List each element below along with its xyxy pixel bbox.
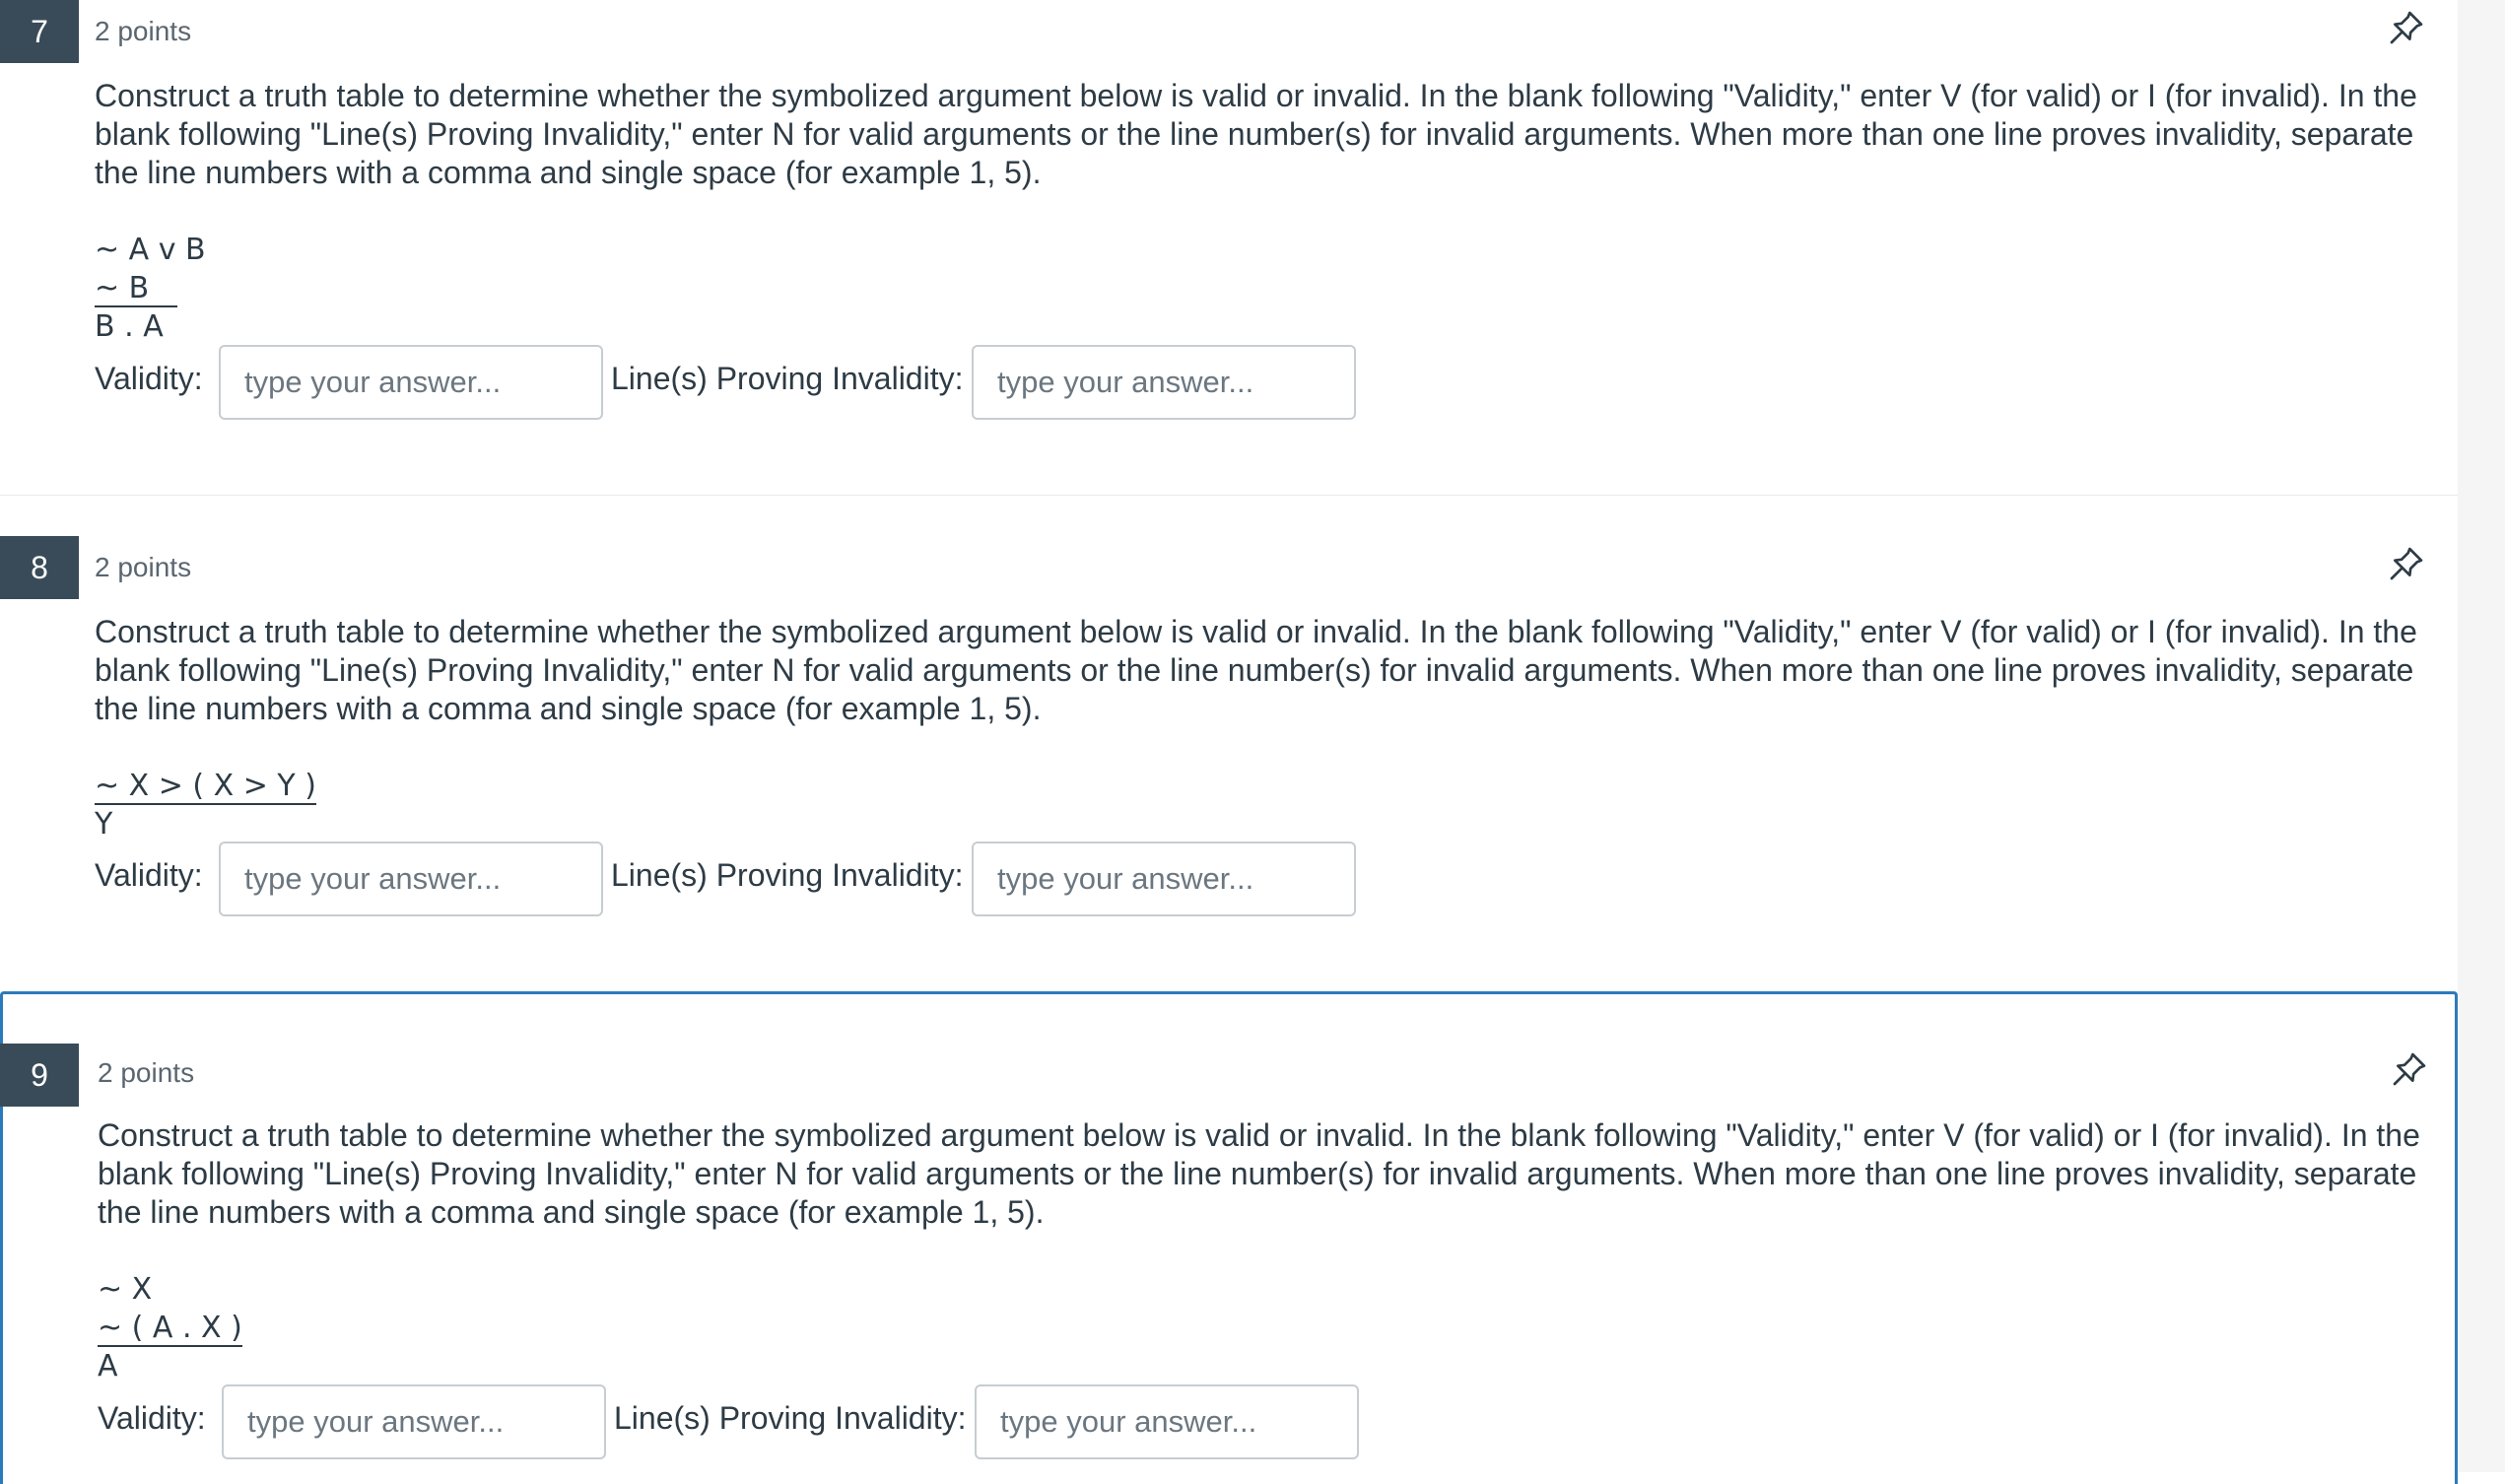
question-8: 8 2 points Construct a truth table to de… xyxy=(0,536,2458,991)
lines-proving-invalidity-label: Line(s) Proving Invalidity: xyxy=(614,1400,967,1436)
question-number: 8 xyxy=(0,536,79,599)
conclusion: A xyxy=(98,1349,118,1383)
validity-label: Validity: xyxy=(95,361,203,396)
validity-input[interactable] xyxy=(219,842,603,916)
last-premise: ~ X > ( X > Y ) xyxy=(95,769,316,805)
question-points: 2 points xyxy=(95,16,192,46)
symbolized-argument: ~ X ~ ( A . X ) A xyxy=(98,1270,242,1385)
lines-proving-invalidity-input[interactable] xyxy=(972,345,1356,420)
question-points: 2 points xyxy=(98,1057,195,1088)
pin-icon[interactable] xyxy=(2387,544,2426,583)
question-number: 9 xyxy=(0,1044,79,1107)
question-number: 7 xyxy=(0,0,79,63)
validity-label: Validity: xyxy=(98,1400,206,1436)
question-points: 2 points xyxy=(95,552,192,582)
symbolized-argument: ~ A v B ~ B B . A xyxy=(95,231,206,346)
lines-proving-invalidity-label: Line(s) Proving Invalidity: xyxy=(611,857,964,893)
premise: ~ X xyxy=(98,1272,153,1307)
last-premise: ~ B xyxy=(95,271,177,307)
pin-icon[interactable] xyxy=(2390,1049,2429,1089)
question-9: 9 2 points Construct a truth table to de… xyxy=(0,991,2458,1484)
conclusion: B . A xyxy=(95,309,164,344)
symbolized-argument: ~ X > ( X > Y ) Y xyxy=(95,767,316,843)
question-text: Construct a truth table to determine whe… xyxy=(95,78,2417,190)
lines-proving-invalidity-input[interactable] xyxy=(975,1384,1359,1459)
premise: ~ A v B xyxy=(95,233,206,267)
question-text: Construct a truth table to determine whe… xyxy=(95,614,2417,726)
validity-label: Validity: xyxy=(95,857,203,893)
validity-input[interactable] xyxy=(219,345,603,420)
validity-input[interactable] xyxy=(222,1384,606,1459)
scrollbar-track[interactable] xyxy=(2458,0,2505,1472)
lines-proving-invalidity-label: Line(s) Proving Invalidity: xyxy=(611,361,964,396)
question-text: Construct a truth table to determine whe… xyxy=(98,1117,2420,1230)
pin-icon[interactable] xyxy=(2387,8,2426,47)
conclusion: Y xyxy=(95,807,113,842)
quiz-page: 7 2 points Construct a truth table to de… xyxy=(0,0,2458,1484)
question-7: 7 2 points Construct a truth table to de… xyxy=(0,0,2458,496)
last-premise: ~ ( A . X ) xyxy=(98,1311,242,1347)
lines-proving-invalidity-input[interactable] xyxy=(972,842,1356,916)
